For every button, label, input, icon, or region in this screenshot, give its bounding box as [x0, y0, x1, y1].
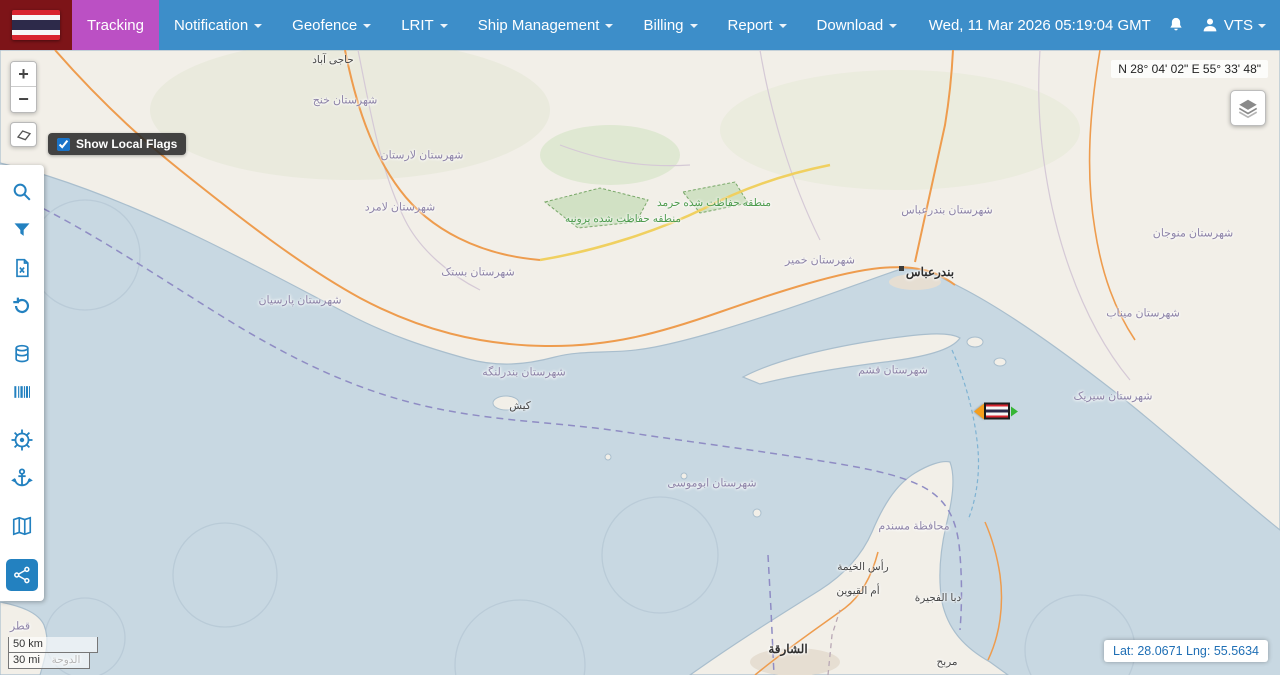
nav-tab-lrit[interactable]: LRIT — [386, 0, 463, 50]
anchor-button[interactable] — [0, 459, 44, 497]
refresh-button[interactable] — [0, 287, 44, 325]
layers-control-button[interactable] — [1230, 90, 1266, 126]
chevron-down-icon — [440, 24, 448, 28]
map-tool-strip — [0, 165, 44, 601]
anchor-icon — [11, 467, 33, 489]
username-label: VTS — [1224, 17, 1253, 34]
export-file-button[interactable] — [0, 249, 44, 287]
nav-tab-billing[interactable]: Billing — [628, 0, 712, 50]
vessel-marker[interactable] — [974, 403, 1018, 420]
datetime-display: Wed, 11 Mar 2026 05:19:04 GMT — [929, 17, 1151, 34]
nav-tab-report[interactable]: Report — [713, 0, 802, 50]
helm-button[interactable] — [0, 421, 44, 459]
scale-control: 50 km 30 mi — [8, 637, 98, 669]
notifications-bell-icon[interactable] — [1167, 16, 1185, 34]
search-icon — [11, 181, 33, 203]
filter-icon — [12, 220, 32, 240]
database-button[interactable] — [0, 335, 44, 373]
nav-tab-geofence[interactable]: Geofence — [277, 0, 386, 50]
show-local-flags-toggle[interactable]: Show Local Flags — [48, 133, 186, 155]
layers-icon — [1237, 97, 1259, 119]
chevron-down-icon — [690, 24, 698, 28]
vessel-flag-thailand — [984, 403, 1010, 420]
nav-label: Billing — [643, 17, 683, 34]
navbar-right: Wed, 11 Mar 2026 05:19:04 GMT VTS — [929, 0, 1280, 50]
thai-flag-logo — [12, 10, 60, 40]
map-button[interactable] — [0, 507, 44, 545]
chevron-down-icon — [889, 24, 897, 28]
scale-km: 50 km — [8, 637, 98, 653]
user-menu[interactable]: VTS — [1201, 16, 1266, 34]
file-export-icon — [12, 258, 32, 278]
chevron-down-icon — [254, 24, 262, 28]
vessel-heading-icon — [974, 403, 984, 419]
chevron-down-icon — [1258, 24, 1266, 28]
city-marker — [899, 266, 904, 271]
chevron-down-icon — [779, 24, 787, 28]
app-logo[interactable] — [0, 0, 72, 50]
network-icon — [13, 566, 31, 584]
nav-label: LRIT — [401, 17, 434, 34]
helm-icon — [10, 428, 34, 452]
database-icon — [12, 343, 32, 365]
flag-stripe — [12, 20, 60, 30]
nav-tab-tracking[interactable]: Tracking — [72, 0, 159, 50]
chevron-down-icon — [363, 24, 371, 28]
nav-tab-ship-management[interactable]: Ship Management — [463, 0, 629, 50]
nav-label: Notification — [174, 17, 248, 34]
filter-button[interactable] — [0, 211, 44, 249]
measure-icon — [16, 128, 32, 142]
show-local-flags-label: Show Local Flags — [76, 137, 177, 151]
measure-tool-button[interactable] — [10, 122, 37, 147]
flag-stripe — [12, 35, 60, 40]
nav-label: Download — [817, 17, 884, 34]
map-container[interactable]: حاجی آبادشهرستان خنجشهرستان لارستانشهرست… — [0, 50, 1280, 675]
zoom-control: + − — [10, 61, 37, 113]
barcode-button[interactable] — [0, 373, 44, 411]
vessel-speed-vector-icon — [1011, 406, 1018, 416]
nav-tab-notification[interactable]: Notification — [159, 0, 277, 50]
map-canvas[interactable] — [0, 50, 1280, 675]
nav-tab-download[interactable]: Download — [802, 0, 913, 50]
barcode-icon — [12, 382, 32, 402]
scale-mi: 30 mi — [8, 652, 90, 669]
nav-label: Ship Management — [478, 17, 600, 34]
nav-label: Report — [728, 17, 773, 34]
map-icon — [11, 515, 33, 537]
user-icon — [1201, 16, 1219, 34]
chevron-down-icon — [605, 24, 613, 28]
zoom-in-button[interactable]: + — [11, 62, 36, 87]
nav-label: Geofence — [292, 17, 357, 34]
network-button[interactable] — [6, 559, 38, 591]
search-button[interactable] — [0, 173, 44, 211]
nav-label: Tracking — [87, 17, 144, 34]
coordinates-display: N 28° 04' 02" E 55° 33' 48" — [1111, 60, 1268, 78]
cursor-latlng-display: Lat: 28.0671 Lng: 55.5634 — [1104, 640, 1268, 662]
top-navbar: Tracking Notification Geofence LRIT Ship… — [0, 0, 1280, 50]
zoom-out-button[interactable]: − — [11, 87, 36, 112]
show-local-flags-checkbox[interactable] — [57, 138, 70, 151]
refresh-icon — [11, 295, 33, 317]
